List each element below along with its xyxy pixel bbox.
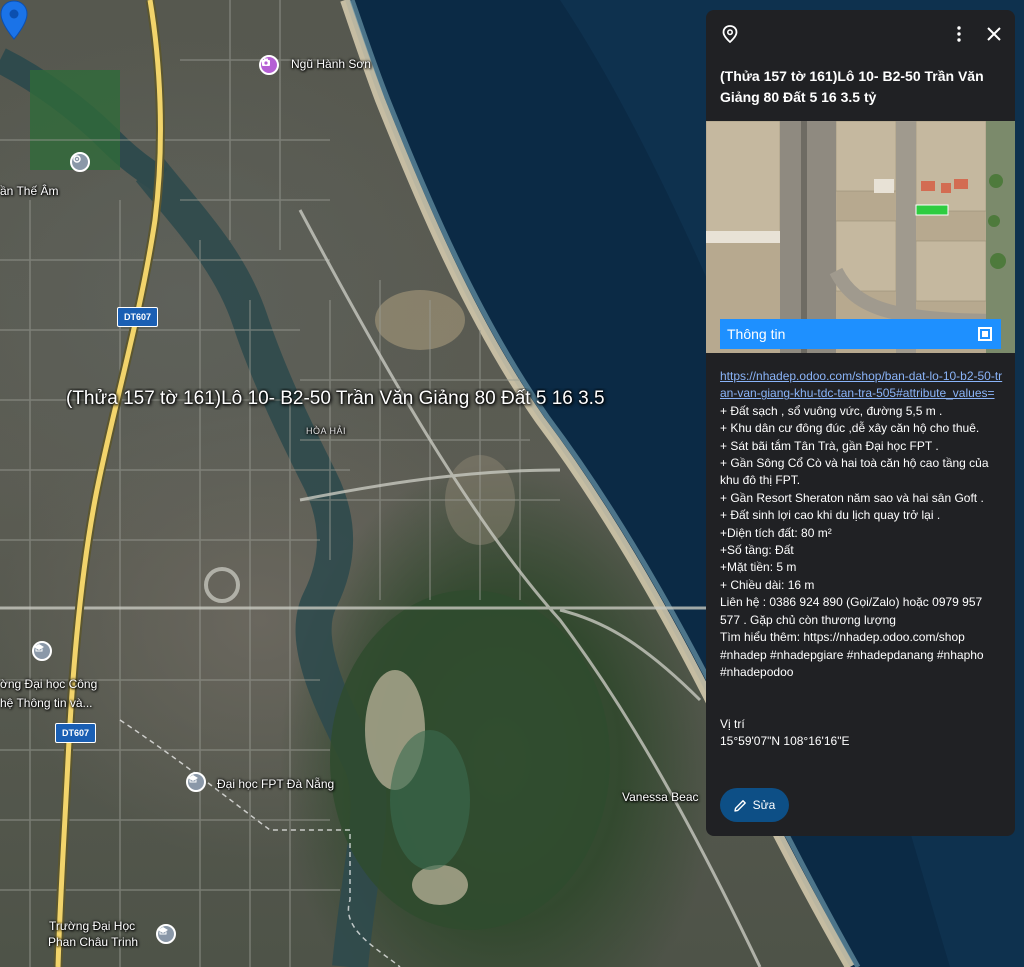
description-line: +Số tầng: Đất: [720, 543, 794, 558]
product-link[interactable]: https://nhadep.odoo.com/shop/ban-dat-lo-…: [720, 368, 1004, 403]
place-details-panel: (Thửa 157 tờ 161)Lô 10- B2-50 Trần Văn G…: [706, 10, 1015, 836]
image-caption-text: Thông tin: [727, 326, 786, 342]
edit-button-label: Sửa: [752, 798, 776, 812]
place-description: https://nhadep.odoo.com/shop/ban-dat-lo-…: [720, 368, 1004, 681]
description-line: +Diện tích đất: 80 m²: [720, 525, 832, 540]
more-info-line: Tìm hiểu thêm: https://nhadep.odoo.com/s…: [720, 630, 965, 645]
map-label-ngu-hanh-son[interactable]: Ngũ Hành Sơn: [291, 57, 371, 71]
description-line: +Mặt tiền: 5 m: [720, 560, 797, 575]
description-line: + Sát bãi tắm Tân Trà, gần Đại học FPT .: [720, 438, 939, 453]
map-label-dai-hoc-cong-nghe-2[interactable]: hệ Thông tin và...: [0, 696, 93, 710]
description-line: + Đất sạch , sổ vuông vức, đường 5,5 m .: [720, 403, 943, 418]
description-line: + Khu dân cư đông đúc ,dễ xây căn hộ cho…: [720, 421, 980, 436]
location-pin-icon[interactable]: [0, 0, 28, 40]
description-line: + Gần Sông Cổ Cò và hai toà căn hộ cao t…: [720, 456, 989, 488]
map-label-hoa-hai: HÒA HẢI: [306, 426, 347, 436]
school-icon[interactable]: [156, 924, 176, 944]
coordinates[interactable]: 15°59'07"N 108°16'16"E: [720, 733, 849, 750]
route-badge: DT607: [117, 307, 159, 327]
hashtags-line: #nhadep #nhadepgiare #nhadepdanang #nhap…: [720, 647, 984, 679]
pencil-icon: [733, 799, 746, 812]
temple-icon[interactable]: [70, 152, 90, 172]
place-marker-icon: [716, 20, 744, 48]
school-icon[interactable]: [186, 772, 206, 792]
camera-icon[interactable]: [259, 55, 279, 75]
place-photo[interactable]: Thông tin: [706, 121, 1015, 353]
info-box-icon: [978, 327, 992, 341]
map-label-phan-chau-trinh[interactable]: Trường Đại Học: [49, 919, 135, 933]
map-label-than-the-am[interactable]: ần Thế Âm: [0, 184, 58, 198]
map-label-dai-hoc-fpt[interactable]: Đại học FPT Đà Nẵng: [217, 777, 334, 791]
map-label-dai-hoc-cong-nghe[interactable]: ờng Đại học Công: [0, 677, 97, 691]
panel-header: [706, 10, 1015, 60]
location-label: Vị trí: [720, 717, 745, 731]
route-badge: DT607: [55, 723, 97, 743]
description-line: + Đất sinh lợi cao khi du lịch quay trở …: [720, 508, 941, 523]
contact-line: Liên hệ : 0386 924 890 (Gọi/Zalo) hoặc 0…: [720, 595, 983, 627]
description-line: + Gần Resort Sheraton năm sao và hai sân…: [720, 490, 984, 505]
image-caption: Thông tin: [720, 319, 1001, 349]
selected-place-label[interactable]: (Thửa 157 tờ 161)Lô 10- B2-50 Trần Văn G…: [66, 388, 706, 410]
place-title: (Thửa 157 tờ 161)Lô 10- B2-50 Trần Văn G…: [720, 68, 984, 105]
map-label-vanessa-beach[interactable]: Vanessa Beac: [622, 790, 699, 804]
more-options-icon[interactable]: [945, 20, 973, 48]
map-label-phan-chau-trinh-2[interactable]: Phan Châu Trinh: [48, 935, 138, 949]
location-section: Vị trí 15°59'07"N 108°16'16"E: [720, 716, 849, 751]
close-icon[interactable]: [980, 20, 1008, 48]
school-icon[interactable]: [32, 641, 52, 661]
edit-button[interactable]: Sửa: [720, 788, 789, 822]
description-line: + Chiều dài: 16 m: [720, 577, 815, 592]
